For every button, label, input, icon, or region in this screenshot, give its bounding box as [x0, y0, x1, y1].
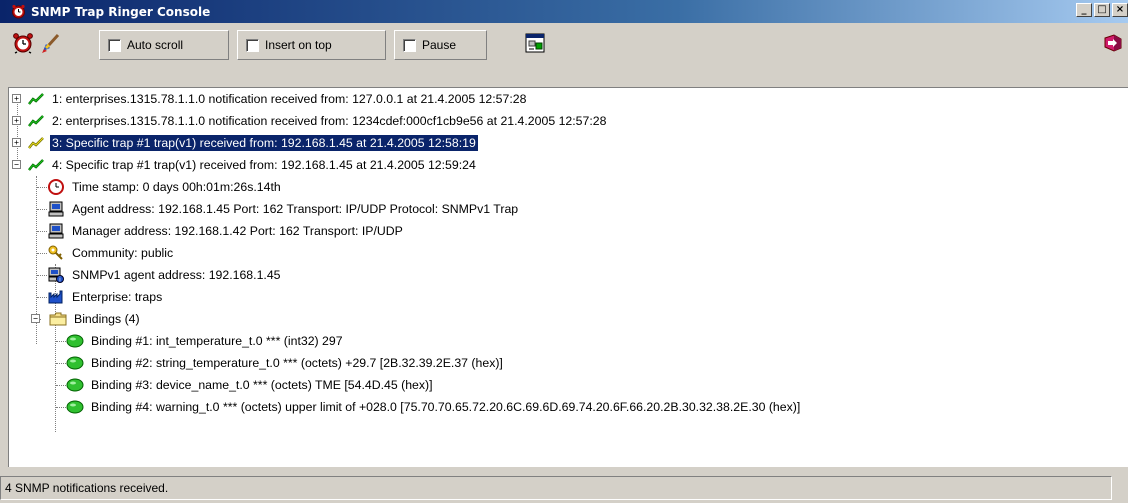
status-text: 4 SNMP notifications received. — [0, 476, 1112, 500]
binding-row[interactable]: Binding #4: warning_t.0 *** (octets) upp… — [66, 396, 802, 418]
agent-address-label: Agent address: 192.168.1.45 Port: 162 Tr… — [72, 202, 519, 216]
timestamp-row[interactable]: Time stamp: 0 days 00h:01m:26s.14th — [47, 176, 283, 198]
pause-checkbox[interactable]: Pause — [394, 30, 487, 60]
binding-object-icon — [66, 376, 84, 394]
trap-received-icon — [27, 134, 45, 152]
notification-row[interactable]: + 2: enterprises.1315.78.1.1.0 notificat… — [9, 110, 608, 132]
expand-toggle[interactable]: + — [12, 138, 21, 147]
agent-address-row[interactable]: Agent address: 192.168.1.45 Port: 162 Tr… — [47, 198, 520, 220]
computer-icon — [47, 222, 65, 240]
binding-label: Binding #1: int_temperature_t.0 *** (int… — [91, 334, 343, 348]
pause-box[interactable] — [403, 38, 416, 52]
title-bar[interactable]: SNMP Trap Ringer Console _ □ × — [0, 0, 1128, 23]
community-row[interactable]: Community: public — [47, 242, 175, 264]
expand-toggle[interactable]: + — [12, 94, 21, 103]
auto-scroll-box[interactable] — [108, 38, 121, 52]
factory-icon — [47, 288, 65, 306]
timestamp-label: Time stamp: 0 days 00h:01m:26s.14th — [72, 180, 281, 194]
agent-computer-icon: i — [47, 266, 65, 284]
binding-row[interactable]: Binding #3: device_name_t.0 *** (octets)… — [66, 374, 435, 396]
binding-object-icon — [66, 354, 84, 372]
tree-connector — [56, 407, 66, 408]
tree-connector — [56, 385, 66, 386]
maximize-button[interactable]: □ — [1094, 3, 1110, 17]
exit-icon[interactable] — [1100, 30, 1126, 56]
folder-icon — [49, 310, 67, 328]
pause-label: Pause — [422, 38, 457, 52]
snmpv1-agent-label: SNMPv1 agent address: 192.168.1.45 — [72, 268, 281, 282]
collapse-toggle[interactable]: − — [31, 314, 40, 323]
tree-connector — [37, 275, 47, 276]
notification-label: 4: Specific trap #1 trap(v1) received fr… — [52, 158, 476, 172]
trap-received-icon — [27, 112, 45, 130]
manager-address-label: Manager address: 192.168.1.42 Port: 162 … — [72, 224, 403, 238]
binding-label: Binding #4: warning_t.0 *** (octets) upp… — [91, 400, 801, 414]
manager-address-row[interactable]: Manager address: 192.168.1.42 Port: 162 … — [47, 220, 405, 242]
binding-row[interactable]: Binding #1: int_temperature_t.0 *** (int… — [66, 330, 345, 352]
status-bar: 4 SNMP notifications received. — [0, 467, 1128, 503]
trap-received-icon — [27, 156, 45, 174]
bindings-folder-label: Bindings (4) — [74, 312, 140, 326]
insert-on-top-label: Insert on top — [265, 38, 332, 52]
tree-connector — [37, 209, 47, 210]
snmpv1-agent-row[interactable]: i SNMPv1 agent address: 192.168.1.45 — [47, 264, 283, 286]
binding-object-icon — [66, 332, 84, 350]
insert-on-top-checkbox[interactable]: Insert on top — [237, 30, 386, 60]
notification-row[interactable]: + 1: enterprises.1315.78.1.1.0 notificat… — [9, 88, 528, 110]
settings-dialog-icon[interactable] — [522, 30, 548, 56]
insert-on-top-box[interactable] — [246, 38, 259, 52]
window-title: SNMP Trap Ringer Console — [31, 4, 211, 19]
notification-row[interactable]: − 4: Specific trap #1 trap(v1) received … — [9, 154, 478, 176]
tree-connector — [37, 187, 47, 188]
binding-label: Binding #2: string_temperature_t.0 *** (… — [91, 356, 503, 370]
binding-row[interactable]: Binding #2: string_temperature_t.0 *** (… — [66, 352, 505, 374]
auto-scroll-label: Auto scroll — [127, 38, 184, 52]
app-alarm-icon — [10, 4, 26, 20]
collapse-toggle[interactable]: − — [12, 160, 21, 169]
tree-connector — [37, 253, 47, 254]
binding-object-icon — [66, 398, 84, 416]
trap-received-icon — [27, 90, 45, 108]
enterprise-row[interactable]: Enterprise: traps — [47, 286, 164, 308]
trap-tree-view[interactable]: + 1: enterprises.1315.78.1.1.0 notificat… — [8, 87, 1128, 467]
notification-row-selected[interactable]: + 3: Specific trap #1 trap(v1) received … — [9, 132, 479, 154]
clock-icon — [47, 178, 65, 196]
toolbar: Auto scroll Insert on top Pause — [0, 23, 1128, 87]
notification-label: 3: Specific trap #1 trap(v1) received fr… — [49, 134, 479, 152]
notification-label: 2: enterprises.1315.78.1.1.0 notificatio… — [52, 114, 607, 128]
tree-connector — [37, 297, 47, 298]
bindings-folder-row[interactable]: − Bindings (4) — [31, 308, 142, 330]
computer-icon — [47, 200, 65, 218]
tree-connector — [56, 363, 66, 364]
alarm-clock-icon[interactable] — [10, 30, 36, 56]
app-window: SNMP Trap Ringer Console _ □ × Auto scro… — [0, 0, 1128, 503]
enterprise-label: Enterprise: traps — [72, 290, 163, 304]
expand-toggle[interactable]: + — [12, 116, 21, 125]
auto-scroll-checkbox[interactable]: Auto scroll — [99, 30, 229, 60]
community-label: Community: public — [72, 246, 174, 260]
minimize-button[interactable]: _ — [1076, 3, 1092, 17]
tree-connector — [56, 341, 66, 342]
clear-brush-icon[interactable] — [38, 30, 64, 56]
close-button[interactable]: × — [1112, 3, 1128, 17]
tree-connector — [37, 231, 47, 232]
binding-label: Binding #3: device_name_t.0 *** (octets)… — [91, 378, 433, 392]
notification-label: 1: enterprises.1315.78.1.1.0 notificatio… — [52, 92, 527, 106]
key-icon — [47, 244, 65, 262]
